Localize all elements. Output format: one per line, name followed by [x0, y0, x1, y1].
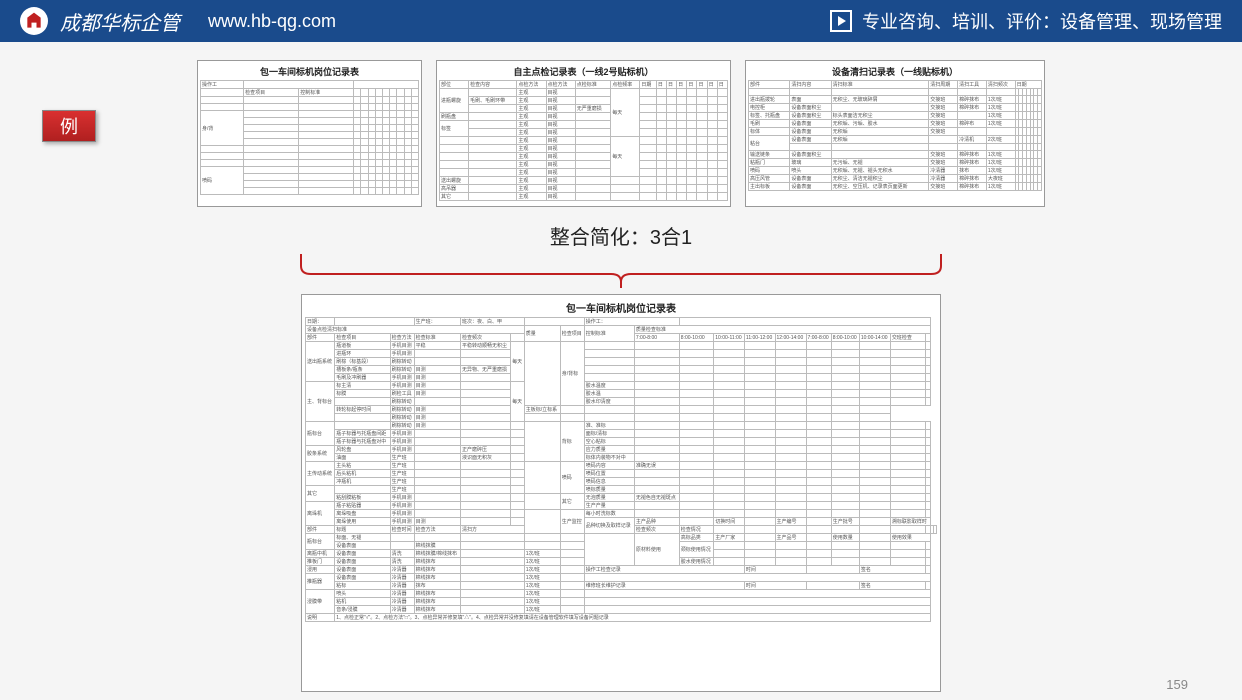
shift-label: 班次：夜、白、甲	[461, 318, 525, 326]
form-1-table: 操作工 检查项目控制标准 身/背 喷码	[200, 80, 419, 195]
form-1-title: 包一车间标机岗位记录表	[200, 65, 419, 78]
header-right: 专业咨询、培训、评价：设备管理、现场管理	[830, 8, 1222, 34]
form-3-title: 设备清扫记录表（一线贴标机）	[748, 65, 1042, 78]
merged-form-title: 包一车间标机岗位记录表	[305, 300, 937, 315]
section-right: 质量检查标准	[634, 326, 930, 334]
top-forms-row: 包一车间标机岗位记录表 操作工 检查项目控制标准 身/背 喷码	[24, 60, 1218, 207]
merged-form: 包一车间标机岗位记录表 日期： 生产班：班次：夜、白、甲 操作工： 设备点检清扫标准…	[301, 294, 941, 692]
center-label: 整合简化：3合1	[24, 221, 1218, 250]
header-right-text: 专业咨询、培训、评价：设备管理、现场管理	[862, 8, 1222, 34]
form-1: 包一车间标机岗位记录表 操作工 检查项目控制标准 身/背 喷码	[197, 60, 422, 207]
line-label: 生产班：	[414, 318, 460, 326]
company-name: 成都华标企管	[60, 7, 180, 36]
form-2: 自主点检记录表（一线2号贴标机） 部位检查内容点检方法点检方法点检标准点检频率日…	[436, 60, 731, 207]
header: 成都华标企管 www.hb-qg.com 专业咨询、培训、评价：设备管理、现场管…	[0, 0, 1242, 42]
worker-label: 操作工：	[584, 318, 679, 326]
url: www.hb-qg.com	[208, 11, 336, 32]
section-left: 设备点检清扫标准	[306, 326, 525, 334]
form-2-title: 自主点检记录表（一线2号贴标机）	[439, 65, 728, 78]
merge-bracket-icon	[291, 254, 951, 288]
example-badge: 例	[42, 110, 96, 142]
content: 例 包一车间标机岗位记录表 操作工 检查项目控制标准 身/背 喷码	[0, 42, 1242, 700]
play-icon	[830, 10, 852, 32]
form-3: 设备清扫记录表（一线贴标机） 部件清扫内容清扫标准清扫周期清扫工具清扫频次日期 …	[745, 60, 1045, 207]
form-2-table: 部位检查内容点检方法点检方法点检标准点检频率日期日日日日日日日 进瓶螺旋主观目视…	[439, 80, 728, 201]
merged-form-table: 日期：生产班：班次：夜、白、甲操作工： 设备点检清扫标准质量检查项目控制标准质量…	[305, 317, 937, 622]
form-3-table: 部件清扫内容清扫标准清扫周期清扫工具清扫频次日期 进出瓶拨轮表面无积尘、无玻璃碎…	[748, 80, 1042, 191]
logo-icon	[20, 7, 48, 35]
page-number: 159	[1166, 677, 1188, 692]
date-label: 日期：	[306, 318, 335, 326]
